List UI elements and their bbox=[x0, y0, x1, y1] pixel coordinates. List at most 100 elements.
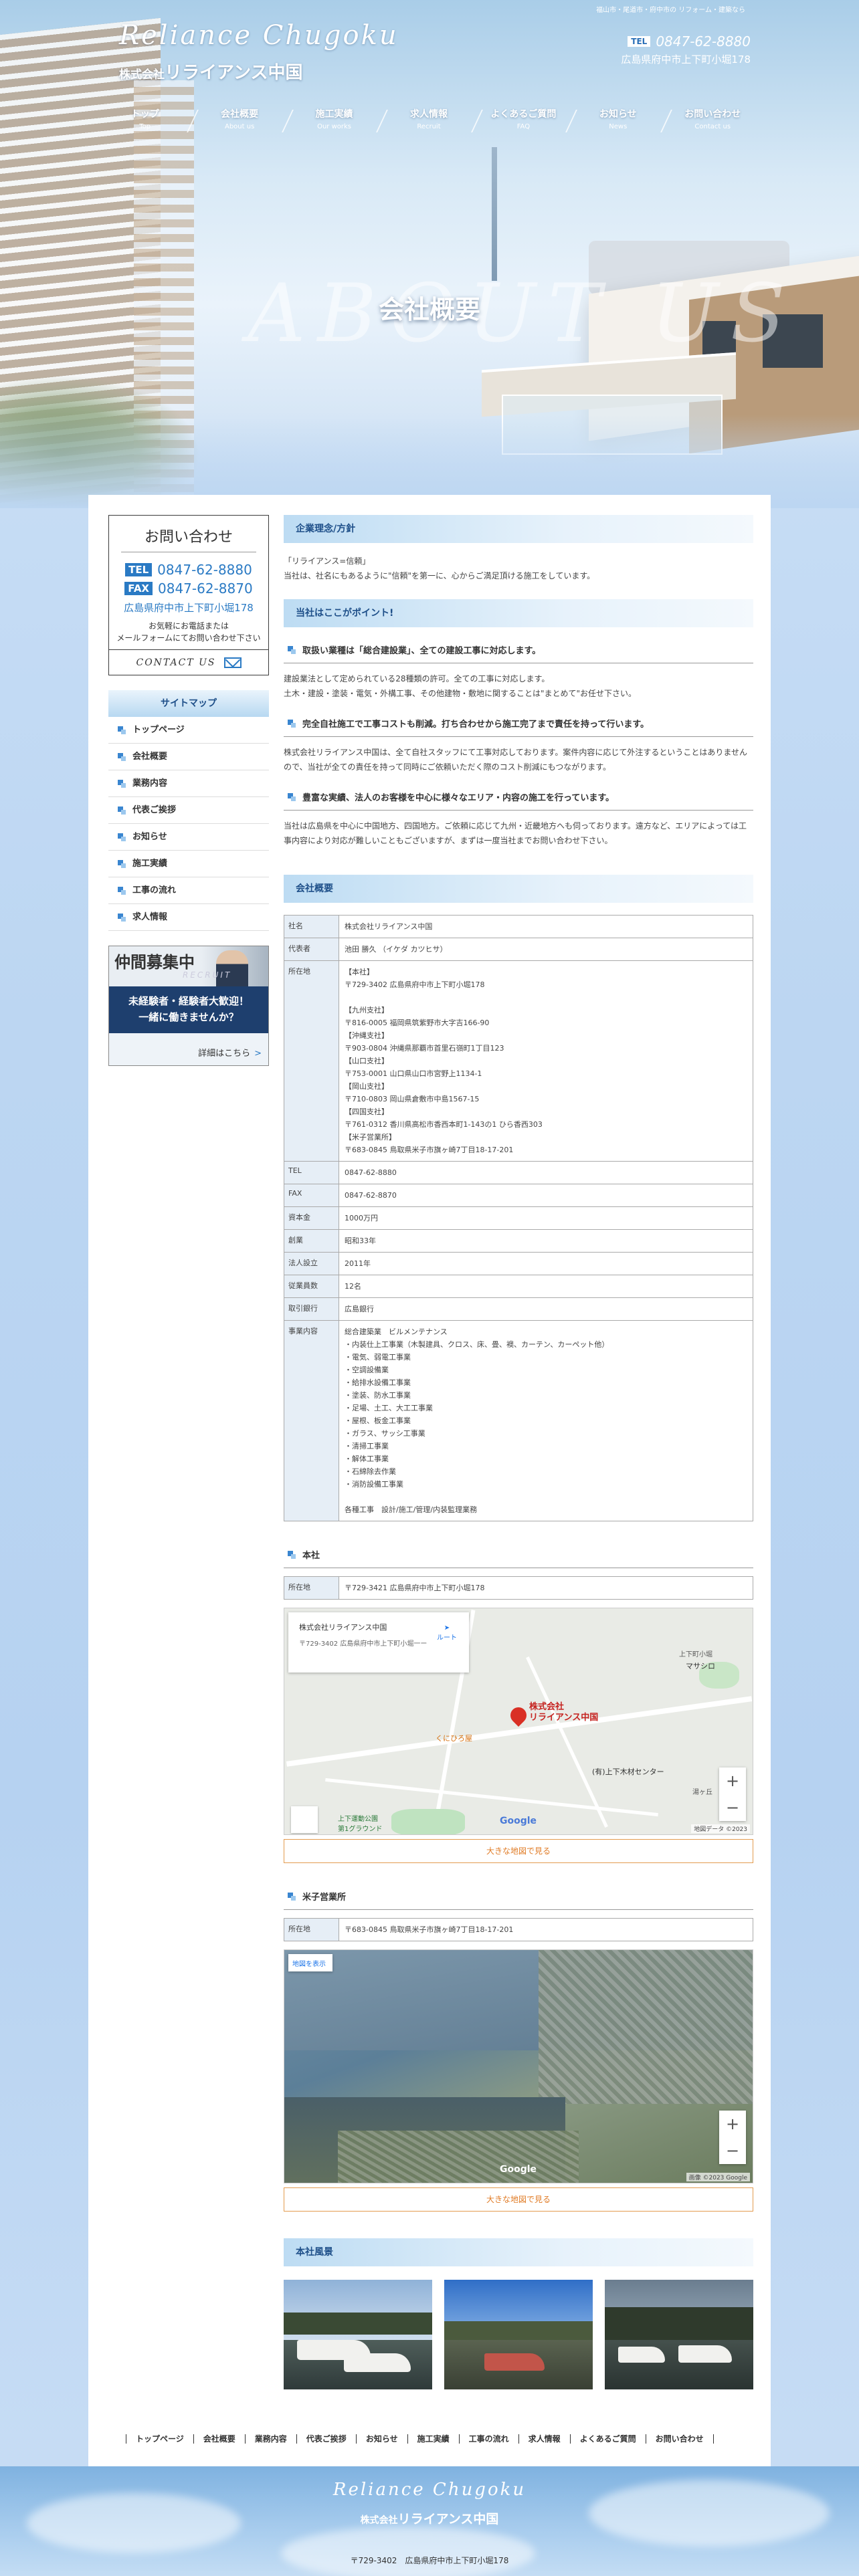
zoom-in-icon: + bbox=[725, 1772, 740, 1790]
bullet-icon bbox=[118, 886, 126, 895]
footer-nav-item[interactable]: 会社概要 bbox=[193, 2434, 245, 2444]
recruit-banner[interactable]: 仲間募集中 RECRUIT 未経験者・経験者大歓迎！ 一緒に働きませんか？ 詳細は… bbox=[108, 946, 269, 1066]
table-row: 取引銀行 広島銀行 bbox=[284, 1297, 753, 1321]
sitemap-item[interactable]: 業務内容 bbox=[108, 770, 269, 797]
section-heading-overview: 会社概要 bbox=[284, 875, 753, 903]
sitemap-item[interactable]: 代表ご挨拶 bbox=[108, 797, 269, 824]
sitemap-title: サイトマップ bbox=[108, 690, 269, 717]
contact-title: お問い合わせ bbox=[121, 525, 256, 552]
yonago-table: 所在地 〒683-0845 鳥取県米子市旗ヶ崎7丁目18-17-201 bbox=[284, 1918, 753, 1941]
hero: Reliance Chugoku 株式会社リライアンス中国 福山市・尾道市・府中… bbox=[0, 0, 859, 508]
directions-icon[interactable]: ➤ ルート bbox=[437, 1624, 457, 1642]
point-item: 完全自社施工で工事コストも削減。打ち合わせから施工完了まで責任を持って行います。… bbox=[284, 717, 753, 774]
map-view-toggle[interactable]: 地図を表示 bbox=[288, 1954, 332, 1971]
contact-box: お問い合わせ TEL 0847-62-8880 FAX 0847-62-8870 広… bbox=[108, 515, 269, 675]
header-tel[interactable]: TEL 0847-62-8880 bbox=[628, 33, 751, 49]
nav-item[interactable]: 求人情報 Recruit bbox=[381, 107, 476, 139]
scenery-photo[interactable] bbox=[284, 2280, 432, 2389]
scenery-photo[interactable] bbox=[444, 2280, 593, 2389]
header-catch: 福山市・尾道市・府中市の リフォーム・建築なら bbox=[596, 7, 745, 14]
recruit-link[interactable]: 詳細はこちら > bbox=[198, 1046, 262, 1059]
honsha-map[interactable]: 株式会社リライアンス中国 〒729-3402 広島県府中市上下町小堀一ー ➤ ルー… bbox=[284, 1608, 753, 1835]
point-item: 取扱い業種は「総合建設業」、全ての建設工事に対応します。 建設業法として定められ… bbox=[284, 643, 753, 701]
philosophy-text: 当社は、社名にもあるように"信頼"を第一に、心からご満足頂ける施工をしています。 bbox=[284, 571, 595, 580]
yonago-map[interactable]: 地図を表示 + − Google 画像 ©2023 Google bbox=[284, 1949, 753, 2183]
map-attribution: 地図データ ©2023 bbox=[691, 1824, 750, 1833]
zoom-in-icon: + bbox=[725, 2115, 740, 2133]
map-info-card: 株式会社リライアンス中国 〒729-3402 広島県府中市上下町小堀一ー ➤ ルー… bbox=[288, 1612, 469, 1673]
sitemap-item[interactable]: 会社概要 bbox=[108, 744, 269, 770]
point-title: 豊富な実績、法人のお客様を中心に様々なエリア・内容の施工を行っています。 bbox=[284, 790, 753, 811]
nav-item[interactable]: お問い合わせ Contact us bbox=[666, 107, 760, 139]
google-logo: Google bbox=[500, 1816, 537, 1826]
footer-nav-item[interactable]: 求人情報 bbox=[518, 2434, 570, 2444]
content-container: お問い合わせ TEL 0847-62-8880 FAX 0847-62-8870 広… bbox=[88, 495, 771, 2466]
nav-item[interactable]: 会社概要 About us bbox=[192, 107, 286, 139]
tel-number: 0847-62-8880 bbox=[656, 33, 751, 49]
zoom-out-icon: − bbox=[725, 2141, 740, 2160]
bullet-icon bbox=[118, 779, 126, 788]
map-zoom-controls[interactable]: + − bbox=[719, 1767, 746, 1821]
point-text: 建設業法として定められている28種類の許可。全ての工事に対応します。 bbox=[284, 674, 550, 683]
philosophy-quote: 「リライアンス=信頼」 bbox=[284, 556, 371, 566]
footer-nav-item[interactable]: 施工実績 bbox=[407, 2434, 459, 2444]
sitemap-item[interactable]: トップページ bbox=[108, 717, 269, 744]
logo-en[interactable]: Reliance Chugoku bbox=[119, 20, 399, 51]
main-content: 企業理念/方針 「リライアンス=信頼」 当社は、社名にもあるように"信頼"を第一… bbox=[284, 515, 753, 2389]
mail-icon bbox=[223, 657, 242, 668]
footer-address: 〒729-3402 広島県府中市上下町小堀178 bbox=[350, 2556, 509, 2565]
recruit-message: 未経験者・経験者大歓迎！ 一緒に働きませんか？ bbox=[109, 986, 268, 1033]
table-row: FAX 0847-62-8870 bbox=[284, 1184, 753, 1207]
bullet-icon bbox=[118, 833, 126, 841]
point-text: 株式会社リライアンス中国は、全て自社スタッフにて工事対応しております。案件内容に… bbox=[284, 748, 748, 772]
nav-item[interactable]: お知らせ News bbox=[571, 107, 665, 139]
sitemap-item[interactable]: 工事の流れ bbox=[108, 877, 269, 904]
honsha-large-map-link[interactable]: 大きな地図で見る bbox=[284, 1839, 753, 1863]
map-pin-icon[interactable] bbox=[507, 1704, 530, 1727]
table-row: 事業内容 総合建築業 ビルメンテナンス ・内装仕上工事業（木製建具、クロス、床、畳、… bbox=[284, 1320, 753, 1521]
footer-logo-en[interactable]: Reliance Chugoku bbox=[0, 2480, 859, 2500]
sitemap-item[interactable]: お知らせ bbox=[108, 824, 269, 851]
footer-nav-item[interactable]: トップページ bbox=[126, 2434, 193, 2444]
logo-jp[interactable]: 株式会社リライアンス中国 bbox=[119, 59, 302, 84]
table-row: 従業員数 12名 bbox=[284, 1275, 753, 1298]
yonago-large-map-link[interactable]: 大きな地図で見る bbox=[284, 2187, 753, 2212]
honsha-table: 所在地 〒729-3421 広島県府中市上下町小堀178 bbox=[284, 1576, 753, 1600]
footer-nav-item[interactable]: 工事の流れ bbox=[458, 2434, 518, 2444]
footer-nav-item[interactable]: 業務内容 bbox=[244, 2434, 296, 2444]
nav-item[interactable]: トップ Top bbox=[98, 107, 192, 139]
sitemap-item[interactable]: 求人情報 bbox=[108, 904, 269, 931]
nav-item[interactable]: よくあるご質問 FAQ bbox=[476, 107, 571, 139]
footer-nav-item[interactable]: お問い合わせ bbox=[645, 2434, 714, 2444]
table-row: 代表者 池田 勝久 （イケダ カツヒサ） bbox=[284, 938, 753, 961]
section-heading-points: 当社はここがポイント! bbox=[284, 599, 753, 627]
table-row: 社名 株式会社リライアンス中国 bbox=[284, 915, 753, 938]
sitemap-item[interactable]: 施工実績 bbox=[108, 851, 269, 877]
scenery-photos bbox=[284, 2280, 753, 2389]
sitemap-list: トップページ 会社概要 業務内容 代表ご挨拶 お知らせ 施工実績 工事の流れ 求人情報 bbox=[108, 717, 269, 931]
nav-item[interactable]: 施工実績 Our works bbox=[287, 107, 381, 139]
map-zoom-controls[interactable]: + − bbox=[719, 2111, 746, 2164]
page-title: 会社概要 bbox=[378, 294, 480, 324]
footer-nav-item[interactable]: 代表ご挨拶 bbox=[296, 2434, 356, 2444]
pegman-icon[interactable] bbox=[291, 1806, 318, 1833]
footer-nav-item[interactable]: お知らせ bbox=[355, 2434, 407, 2444]
yonago-heading: 米子営業所 bbox=[284, 1890, 753, 1910]
chevron-right-icon: > bbox=[254, 1049, 262, 1059]
point-title: 完全自社施工で工事コストも削減。打ち合わせから施工完了まで責任を持って行います。 bbox=[284, 717, 753, 737]
contact-us-button[interactable]: CONTACT US bbox=[109, 649, 268, 675]
bullet-icon bbox=[118, 806, 126, 815]
contact-note: お気軽にお電話または メールフォームにてお問い合わせ下さい bbox=[116, 621, 261, 643]
section-heading-scenery: 本社風景 bbox=[284, 2238, 753, 2266]
pin-label: 株式会社 リライアンス中国 bbox=[529, 1702, 599, 1723]
contact-tel[interactable]: TEL 0847-62-8880 bbox=[116, 560, 262, 579]
contact-address: 広島県府中市上下町小堀178 bbox=[124, 602, 254, 614]
tel-tag: TEL bbox=[628, 36, 651, 47]
honsha-heading: 本社 bbox=[284, 1548, 753, 1568]
map-attribution: 画像 ©2023 Google bbox=[686, 2173, 750, 2181]
footer-nav-item[interactable]: よくあるご質問 bbox=[569, 2434, 646, 2444]
bullet-icon bbox=[118, 913, 126, 922]
bullet-icon bbox=[118, 752, 126, 761]
footer-logo-jp[interactable]: 株式会社リライアンス中国 bbox=[0, 2509, 859, 2527]
scenery-photo[interactable] bbox=[605, 2280, 753, 2389]
